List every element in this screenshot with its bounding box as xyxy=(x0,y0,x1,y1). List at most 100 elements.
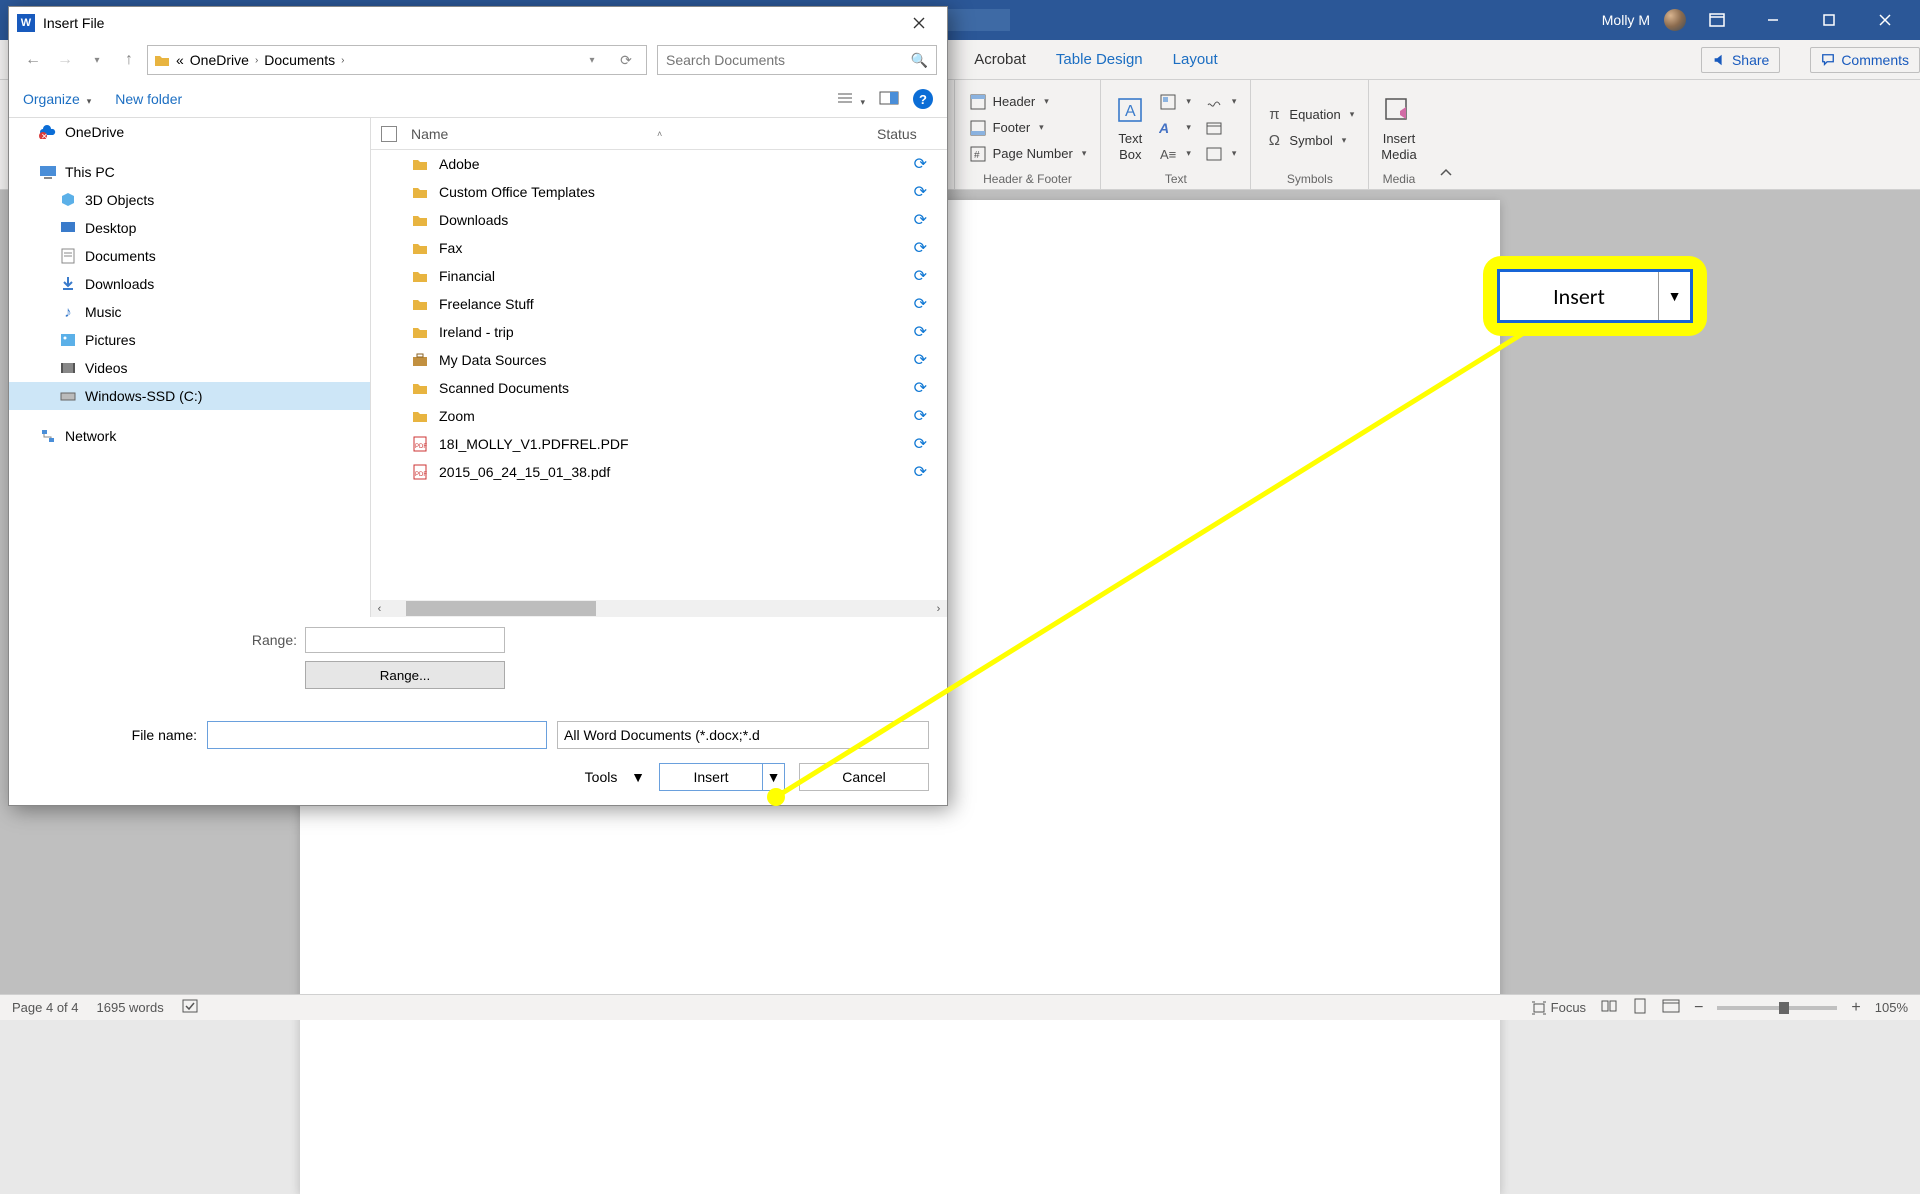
sidebar-network[interactable]: Network xyxy=(9,422,370,450)
cancel-button[interactable]: Cancel xyxy=(799,763,929,791)
sidebar-pictures[interactable]: Pictures xyxy=(9,326,370,354)
file-name-input[interactable] xyxy=(207,721,547,749)
range-input[interactable] xyxy=(305,627,505,653)
horizontal-scrollbar[interactable]: ‹ › xyxy=(371,600,947,617)
file-row[interactable]: Ireland - trip⟳ xyxy=(371,318,947,346)
tab-table-design[interactable]: Table Design xyxy=(1056,51,1143,68)
read-mode-button[interactable] xyxy=(1600,999,1618,1016)
file-row[interactable]: Fax⟳ xyxy=(371,234,947,262)
sidebar-music[interactable]: ♪Music xyxy=(9,298,370,326)
insert-dropdown-button[interactable]: ▼ xyxy=(762,764,784,790)
signature-line-button[interactable]: ▾ xyxy=(1203,91,1239,113)
footer-button[interactable]: Footer▾ xyxy=(967,117,1089,139)
print-layout-button[interactable] xyxy=(1632,998,1648,1017)
text-group-label: Text xyxy=(1165,172,1187,187)
proofing-button[interactable] xyxy=(182,998,200,1017)
maximize-button[interactable] xyxy=(1804,0,1854,40)
organize-button[interactable]: Organize ▾ xyxy=(23,91,91,107)
sidebar-desktop[interactable]: Desktop xyxy=(9,214,370,242)
scroll-right-button[interactable]: › xyxy=(930,600,947,617)
sidebar-downloads[interactable]: Downloads xyxy=(9,270,370,298)
nav-back-button[interactable]: ← xyxy=(19,46,47,74)
zoom-thumb[interactable] xyxy=(1779,1002,1789,1014)
zoom-level[interactable]: 105% xyxy=(1875,1000,1908,1015)
search-input[interactable] xyxy=(666,52,911,68)
zoom-out-button[interactable]: − xyxy=(1694,999,1703,1017)
callout-label: Insert xyxy=(1500,272,1658,320)
ribbon-collapse-button[interactable] xyxy=(1429,162,1463,189)
search-icon[interactable]: 🔍 xyxy=(911,52,928,69)
comments-button[interactable]: Comments xyxy=(1810,47,1920,73)
header-button[interactable]: Header▾ xyxy=(967,91,1089,113)
sidebar-documents[interactable]: Documents xyxy=(9,242,370,270)
page-indicator[interactable]: Page 4 of 4 xyxy=(12,1000,79,1015)
chevron-right-icon: › xyxy=(255,55,258,66)
scroll-thumb[interactable] xyxy=(406,601,596,616)
ribbon-display-options-button[interactable] xyxy=(1692,0,1742,40)
tab-acrobat[interactable]: Acrobat xyxy=(974,51,1026,68)
user-avatar[interactable] xyxy=(1664,9,1686,31)
help-button[interactable]: ? xyxy=(913,89,933,109)
text-box-button[interactable]: A Text Box xyxy=(1113,93,1147,162)
page-number-button[interactable]: #Page Number▾ xyxy=(967,143,1089,165)
refresh-button[interactable]: ⟳ xyxy=(612,46,640,74)
file-row[interactable]: Freelance Stuff⟳ xyxy=(371,290,947,318)
nav-up-button[interactable]: ↑ xyxy=(115,46,143,74)
file-row[interactable]: Zoom⟳ xyxy=(371,402,947,430)
file-row[interactable]: Financial⟳ xyxy=(371,262,947,290)
nav-forward-button[interactable]: → xyxy=(51,46,79,74)
file-row[interactable]: Custom Office Templates⟳ xyxy=(371,178,947,206)
nav-recent-button[interactable]: ▾ xyxy=(83,46,111,74)
tab-layout[interactable]: Layout xyxy=(1173,51,1218,68)
close-button[interactable] xyxy=(1860,0,1910,40)
scroll-left-button[interactable]: ‹ xyxy=(371,600,388,617)
dialog-titlebar: W Insert File xyxy=(9,7,947,39)
object-button[interactable]: ▾ xyxy=(1203,143,1239,165)
file-row[interactable]: Downloads⟳ xyxy=(371,206,947,234)
insert-button[interactable]: Insert ▼ xyxy=(659,763,785,791)
view-options-button[interactable]: ▾ xyxy=(836,91,865,108)
word-count[interactable]: 1695 words xyxy=(97,1000,164,1015)
breadcrumb-documents[interactable]: Documents xyxy=(264,52,335,68)
wordart-button[interactable]: A▾ xyxy=(1157,117,1193,139)
sidebar-3d-objects[interactable]: 3D Objects xyxy=(9,186,370,214)
symbol-button[interactable]: ΩSymbol▾ xyxy=(1263,130,1356,152)
dialog-close-button[interactable] xyxy=(899,9,939,37)
preview-pane-button[interactable] xyxy=(879,91,899,108)
file-row[interactable]: PDF18I_MOLLY_V1.PDFREL.PDF⟳ xyxy=(371,430,947,458)
addr-dropdown[interactable]: ▾ xyxy=(578,46,606,74)
equation-button[interactable]: πEquation▾ xyxy=(1263,104,1356,126)
file-name: Freelance Stuff xyxy=(439,296,904,312)
zoom-in-button[interactable]: + xyxy=(1851,999,1860,1017)
zoom-slider[interactable] xyxy=(1717,1006,1837,1010)
file-type-icon: PDF xyxy=(411,463,429,481)
select-all-checkbox[interactable] xyxy=(381,126,397,142)
date-time-button[interactable] xyxy=(1203,117,1239,139)
status-column[interactable]: Status xyxy=(877,126,937,142)
insert-media-button[interactable]: Insert Media xyxy=(1381,93,1416,162)
address-bar[interactable]: « OneDrive › Documents › ▾ ⟳ xyxy=(147,45,647,75)
sidebar-windows-ssd[interactable]: Windows-SSD (C:) xyxy=(9,382,370,410)
file-row[interactable]: PDF2015_06_24_15_01_38.pdf⟳ xyxy=(371,458,947,486)
new-folder-button[interactable]: New folder xyxy=(115,91,182,107)
file-name: Financial xyxy=(439,268,904,284)
focus-mode-button[interactable]: Focus xyxy=(1531,1000,1586,1015)
drop-cap-button[interactable]: A≡▾ xyxy=(1157,143,1193,165)
minimize-button[interactable] xyxy=(1748,0,1798,40)
share-button[interactable]: Share xyxy=(1701,47,1780,73)
breadcrumb-onedrive[interactable]: OneDrive xyxy=(190,52,249,68)
file-type-select[interactable]: All Word Documents (*.docx;*.d xyxy=(557,721,929,749)
range-button[interactable]: Range... xyxy=(305,661,505,689)
search-documents-input[interactable]: 🔍 xyxy=(657,45,937,75)
web-layout-button[interactable] xyxy=(1662,999,1680,1016)
sidebar-onedrive[interactable]: ✕OneDrive xyxy=(9,118,370,146)
quick-parts-button[interactable]: ▾ xyxy=(1157,91,1193,113)
file-row[interactable]: My Data Sources⟳ xyxy=(371,346,947,374)
file-list[interactable]: Adobe⟳Custom Office Templates⟳Downloads⟳… xyxy=(371,150,947,600)
sidebar-videos[interactable]: Videos xyxy=(9,354,370,382)
name-column[interactable]: Name xyxy=(411,126,448,142)
sidebar-this-pc[interactable]: This PC xyxy=(9,158,370,186)
file-row[interactable]: Adobe⟳ xyxy=(371,150,947,178)
tools-button[interactable]: Tools ▼ xyxy=(585,769,645,785)
file-row[interactable]: Scanned Documents⟳ xyxy=(371,374,947,402)
